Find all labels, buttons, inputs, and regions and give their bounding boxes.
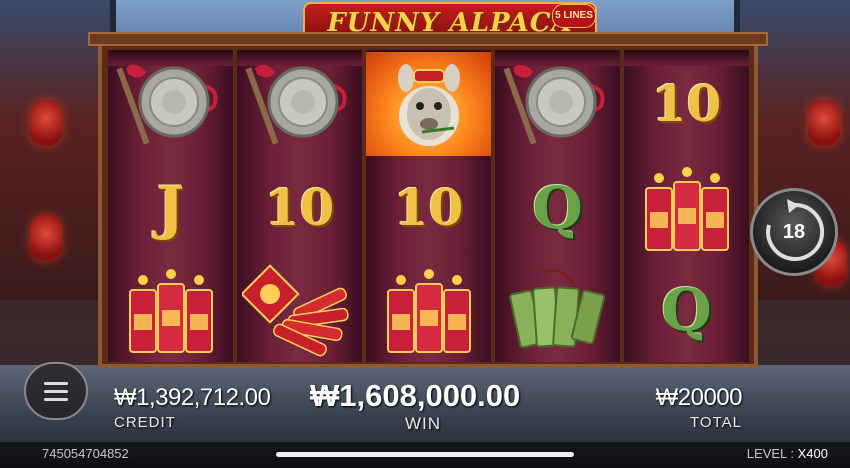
q-symbol: Q xyxy=(624,258,749,362)
firecrackers-icon xyxy=(644,167,729,251)
spin-button[interactable]: 18 xyxy=(750,188,838,276)
level-label: LEVEL : xyxy=(746,446,798,461)
lantern-right-1 xyxy=(808,100,840,146)
reel-frame: J 10 10 Q 10 Q xyxy=(88,32,768,368)
jade-tablets-icon xyxy=(508,269,605,349)
firecrackers-icon xyxy=(386,269,471,353)
reel-3: 10 xyxy=(366,50,491,362)
lines-badge: 5 LINES xyxy=(552,4,596,28)
menu-button[interactable] xyxy=(24,362,88,420)
firecrackers-symbol xyxy=(108,258,233,362)
ten-symbol: 10 xyxy=(366,156,491,260)
gong-symbol xyxy=(495,52,620,156)
reel-grid: J 10 10 Q 10 Q xyxy=(108,50,749,362)
q-symbol-letter: Q xyxy=(532,174,583,242)
total-bet-value[interactable]: ₩20000 xyxy=(656,384,743,412)
level-indicator: LEVEL : X400 xyxy=(747,446,828,461)
lantern-left-1 xyxy=(30,100,62,146)
ten-symbol-text: 10 xyxy=(393,178,464,237)
win-value: ₩1,608,000.00 xyxy=(310,378,521,413)
jade-tablets-symbol xyxy=(495,258,620,362)
firecrackers-symbol xyxy=(624,156,749,260)
win-label: WIN xyxy=(405,414,442,433)
alpaca-icon xyxy=(397,64,460,146)
reel-4: Q xyxy=(495,50,620,362)
j-symbol-letter: J xyxy=(156,174,185,242)
reel-2: 10 xyxy=(237,50,362,362)
hamburger-icon xyxy=(44,377,68,406)
ten-symbol-text: 10 xyxy=(651,74,722,133)
auto-spin-count: 18 xyxy=(782,220,806,243)
ten-symbol: 10 xyxy=(237,156,362,260)
firecrackers-symbol xyxy=(366,258,491,362)
ten-symbol-text: 10 xyxy=(264,178,335,237)
firecracker-bundle-icon xyxy=(241,264,349,357)
alpaca-symbol xyxy=(366,52,491,156)
gong-symbol xyxy=(237,52,362,156)
reel-1: J xyxy=(108,50,233,362)
alpaca-wild-tile xyxy=(366,52,491,156)
lantern-left-2 xyxy=(30,215,62,261)
gong-icon xyxy=(503,64,605,145)
j-symbol: J xyxy=(108,156,233,260)
level-value: X400 xyxy=(797,446,828,461)
reel-5: 10 Q xyxy=(624,50,749,362)
ten-symbol: 10 xyxy=(624,52,749,156)
gong-icon xyxy=(245,64,347,145)
q-symbol: Q xyxy=(495,156,620,260)
total-bet-label: TOTAL xyxy=(690,414,742,431)
red-firecracker-bundle-symbol xyxy=(237,258,362,362)
credit-value: ₩1,392,712.00 xyxy=(114,384,271,411)
home-indicator[interactable] xyxy=(276,452,574,457)
firecrackers-icon xyxy=(128,269,213,353)
q-symbol-letter: Q xyxy=(661,276,712,344)
credit-label: CREDIT xyxy=(114,414,176,431)
gong-symbol xyxy=(108,52,233,156)
gong-icon xyxy=(116,64,218,145)
round-id: 745054704852 xyxy=(42,446,129,461)
